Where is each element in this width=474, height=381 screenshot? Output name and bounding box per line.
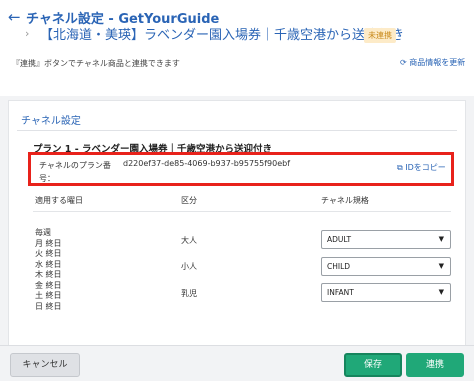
divider bbox=[17, 130, 457, 131]
day-item: 毎週 bbox=[35, 228, 51, 237]
chevron-down-icon: ▼ bbox=[438, 235, 444, 243]
column-header-category: 区分 bbox=[181, 196, 197, 205]
copy-label: IDをコピー bbox=[405, 163, 446, 172]
channel-spec-select-child[interactable]: CHILD ▼ bbox=[321, 257, 451, 276]
day-item: 月 終日 bbox=[35, 238, 62, 248]
plan-id-label: チャネルのプラン番号： bbox=[39, 161, 111, 183]
divider bbox=[33, 211, 451, 212]
column-header-days: 適用する曜日 bbox=[35, 196, 83, 205]
select-value: INFANT bbox=[327, 288, 354, 297]
category-child: 小人 bbox=[181, 262, 197, 271]
channel-settings-card: チャネル設定 プラン 1 - ラベンダー園入場券｜千歳空港から送迎付き チャネル… bbox=[8, 100, 466, 350]
category-adult: 大人 bbox=[181, 236, 197, 245]
day-item: 火 終日 bbox=[35, 249, 62, 258]
mapping-table: 適用する曜日 区分 チャネル規格 毎週 月 終日 火 終日 水 終日 木 終日 … bbox=[33, 195, 451, 323]
page-header: ← チャネル設定 - GetYourGuide › 【北海道・美瑛】ラベンダー園… bbox=[0, 0, 474, 96]
day-item: 金 終日 bbox=[35, 280, 62, 290]
category-infant: 乳児 bbox=[181, 289, 197, 298]
refresh-icon: ⟳ bbox=[400, 58, 407, 67]
copy-icon: ⧉ bbox=[397, 163, 403, 172]
day-item: 日 終日 bbox=[35, 301, 62, 311]
arrow-left-icon[interactable]: ← bbox=[8, 8, 21, 26]
applicable-days: 毎週 月 終日 火 終日 水 終日 木 終日 金 終日 土 終日 日 終日 bbox=[35, 228, 62, 312]
day-item: 木 終日 bbox=[35, 270, 62, 279]
chevron-right-icon: › bbox=[25, 27, 30, 40]
channel-spec-select-infant[interactable]: INFANT ▼ bbox=[321, 283, 451, 302]
chevron-down-icon: ▼ bbox=[438, 288, 444, 296]
column-header-channel-spec: チャネル規格 bbox=[321, 196, 369, 205]
plan-id-value: d220ef37-de85-4069-b937-b95755f90ebf bbox=[123, 159, 291, 168]
select-value: CHILD bbox=[327, 262, 351, 271]
section-title: チャネル設定 bbox=[21, 116, 81, 127]
refresh-product-link[interactable]: ⟳ 商品情報を更新 bbox=[400, 57, 465, 68]
save-button[interactable]: 保存 bbox=[344, 353, 402, 377]
select-value: ADULT bbox=[327, 235, 352, 244]
status-badge: 未連携 bbox=[364, 28, 396, 43]
chevron-down-icon: ▼ bbox=[438, 262, 444, 270]
footer-bar: キャンセル 保存 連携 bbox=[0, 345, 474, 381]
cancel-button[interactable]: キャンセル bbox=[10, 353, 80, 377]
hint-text: 『連携』ボタンでチャネル商品と連携できます bbox=[12, 59, 180, 68]
refresh-label: 商品情報を更新 bbox=[409, 58, 466, 67]
product-name: 【北海道・美瑛】ラベンダー園入場券｜千歳空港から送迎付き bbox=[40, 28, 405, 43]
channel-spec-select-adult[interactable]: ADULT ▼ bbox=[321, 230, 451, 249]
day-item: 土 終日 bbox=[35, 291, 62, 300]
plan-id-box: チャネルのプラン番号： d220ef37-de85-4069-b937-b957… bbox=[28, 152, 454, 186]
day-item: 水 終日 bbox=[35, 259, 62, 269]
copy-id-button[interactable]: ⧉ IDをコピー bbox=[397, 162, 446, 173]
link-button[interactable]: 連携 bbox=[406, 353, 464, 377]
